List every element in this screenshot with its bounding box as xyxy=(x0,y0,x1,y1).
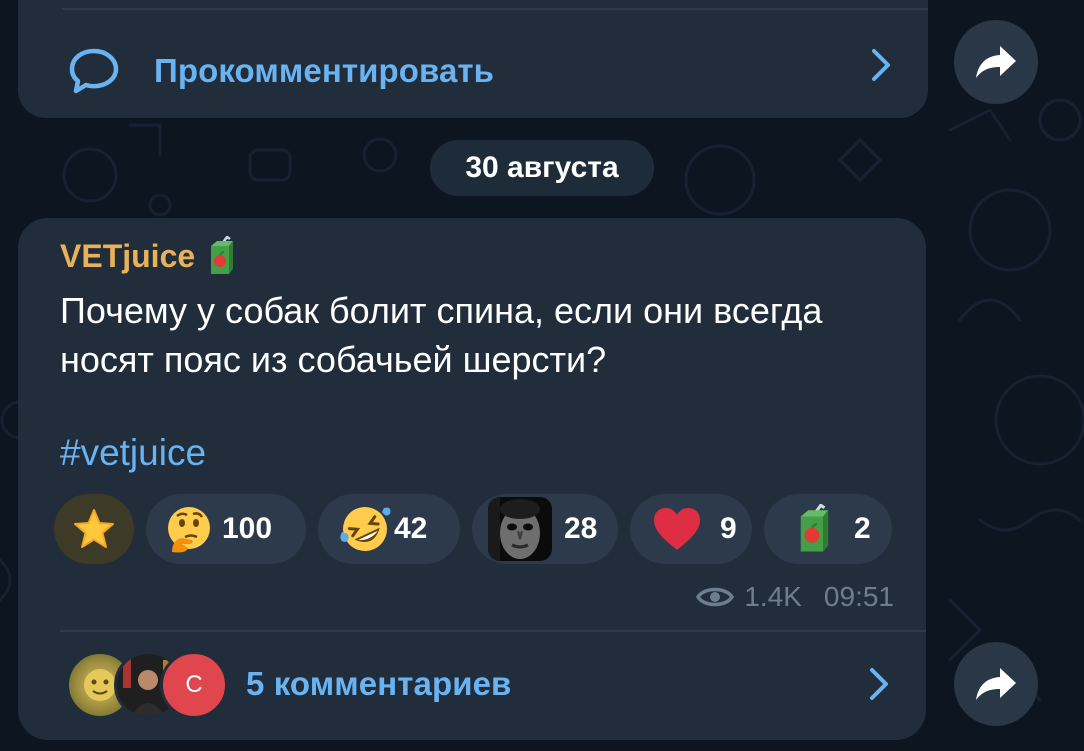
thinking-face-emoji xyxy=(168,507,210,553)
comments-count-label: 5 комментариев xyxy=(246,665,512,702)
uncanny-face-sticker xyxy=(488,497,552,561)
comment-bubble-icon xyxy=(69,48,119,94)
reaction-count: 100 xyxy=(222,512,273,545)
commenter-avatars: C xyxy=(66,651,228,719)
open-comments-button[interactable]: C 5 комментариев xyxy=(66,648,511,720)
reaction-count: 9 xyxy=(720,512,737,545)
views-eye-icon xyxy=(696,587,735,607)
comments-divider xyxy=(60,630,926,632)
reaction-star[interactable] xyxy=(54,494,134,564)
previous-message-divider xyxy=(62,8,928,10)
share-button-top[interactable] xyxy=(954,20,1038,104)
reaction-uncanny[interactable]: 28 xyxy=(472,494,618,564)
view-count: 1.4K xyxy=(744,581,802,612)
chevron-right-icon[interactable] xyxy=(868,666,890,702)
avatar-letter: C xyxy=(185,671,203,698)
reaction-heart[interactable]: 9 xyxy=(630,494,752,564)
rofl-emoji xyxy=(340,507,391,551)
author-name: VETjuice xyxy=(60,237,196,274)
reaction-juice[interactable]: 2 xyxy=(764,494,892,564)
chevron-right-icon[interactable] xyxy=(870,47,892,83)
post-author[interactable]: VETjuice xyxy=(60,236,235,276)
share-button-post[interactable] xyxy=(954,642,1038,726)
star-icon xyxy=(74,509,114,548)
juice-box-emoji xyxy=(800,504,829,552)
reaction-count: 42 xyxy=(394,512,428,545)
post-time: 09:51 xyxy=(823,581,894,612)
juice-box-emoji xyxy=(211,236,234,274)
post-meta: 1.4K 09:51 xyxy=(696,581,894,613)
date-separator: 30 августа xyxy=(430,140,654,196)
reaction-count: 2 xyxy=(854,512,871,545)
channel-post-bubble: VETjuice Почему у собак болит спина, есл… xyxy=(18,218,926,740)
red-heart-emoji xyxy=(654,508,700,550)
reaction-rofl[interactable]: 42 xyxy=(318,494,460,564)
leave-comment-button[interactable]: Прокомментировать xyxy=(68,40,494,102)
share-arrow-icon xyxy=(976,46,1016,78)
leave-comment-label: Прокомментировать xyxy=(154,52,495,89)
share-arrow-icon xyxy=(976,668,1016,700)
post-text: Почему у собак болит спина, если они все… xyxy=(60,290,823,380)
avatar: C xyxy=(160,651,228,719)
post-hashtag-link[interactable]: #vetjuice xyxy=(60,432,206,474)
reaction-thinking[interactable]: 100 xyxy=(146,494,306,564)
reactions-bar: 100 42 28 9 2 xyxy=(54,494,892,564)
reaction-count: 28 xyxy=(564,512,598,545)
previous-message-bubble: Прокомментировать xyxy=(18,0,928,118)
